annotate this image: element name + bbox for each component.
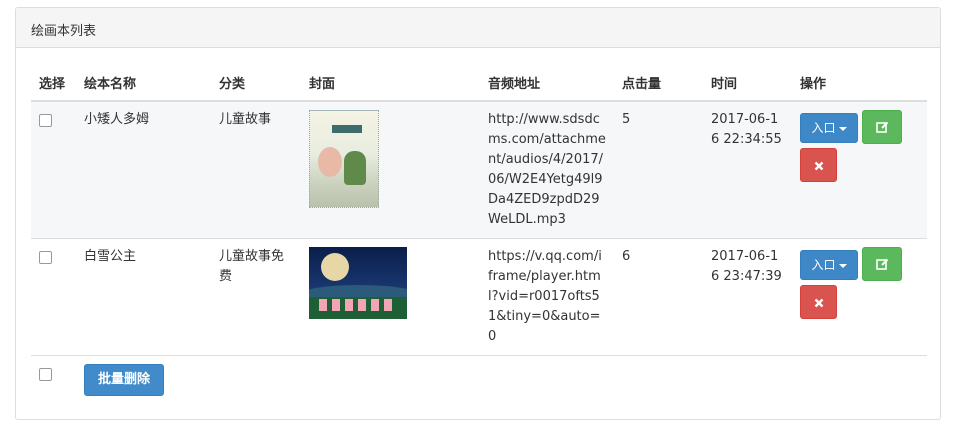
edit-button[interactable] <box>862 110 902 144</box>
header-clicks: 点击量 <box>614 65 703 102</box>
header-audio: 音频地址 <box>480 65 614 102</box>
header-category: 分类 <box>211 65 301 102</box>
panel-title: 绘画本列表 <box>16 8 940 48</box>
delete-button[interactable] <box>800 148 837 182</box>
audio-url: https://v.qq.com/iframe/player.html?vid=… <box>480 238 614 356</box>
picture-book-list-panel: 绘画本列表 选择 绘本名称 分类 封面 音频地址 点击量 时间 操作 小矮人多姆… <box>15 7 941 420</box>
row-checkbox[interactable] <box>39 251 52 264</box>
close-icon <box>814 161 823 170</box>
cover-image <box>309 247 407 319</box>
audio-url: http://www.sdsdcms.com/attachment/audios… <box>480 101 614 239</box>
click-count: 6 <box>614 238 703 356</box>
table-footer-row: 批量删除 <box>31 356 927 405</box>
table-header-row: 选择 绘本名称 分类 封面 音频地址 点击量 时间 操作 <box>31 65 927 102</box>
caret-down-icon <box>838 126 847 131</box>
caret-down-icon <box>838 263 847 268</box>
row-checkbox[interactable] <box>39 114 52 127</box>
book-category: 儿童故事免费 <box>211 238 301 356</box>
click-count: 5 <box>614 101 703 239</box>
select-all-checkbox[interactable] <box>39 368 52 381</box>
header-select: 选择 <box>31 65 76 102</box>
created-time: 2017-06-16 23:47:39 <box>703 238 792 356</box>
edit-icon <box>875 258 888 270</box>
edit-button[interactable] <box>862 247 902 281</box>
entry-label: 入口 <box>811 258 836 272</box>
table-row: 小矮人多姆 儿童故事 http://www.sdsdcms.com/attach… <box>31 101 927 239</box>
edit-icon <box>875 121 888 133</box>
header-actions: 操作 <box>792 65 927 102</box>
table-row: 白雪公主 儿童故事免费 https://v.qq.com/iframe/play… <box>31 238 927 356</box>
entry-label: 入口 <box>811 121 836 135</box>
delete-button[interactable] <box>800 285 837 319</box>
close-icon <box>814 298 823 307</box>
header-time: 时间 <box>703 65 792 102</box>
cover-image <box>309 110 379 208</box>
entry-dropdown-button[interactable]: 入口 <box>800 250 858 280</box>
header-cover: 封面 <box>301 65 480 102</box>
book-category: 儿童故事 <box>211 101 301 239</box>
header-name: 绘本名称 <box>76 65 211 102</box>
book-name: 白雪公主 <box>76 238 211 356</box>
batch-delete-button[interactable]: 批量删除 <box>84 364 164 396</box>
picture-book-table: 选择 绘本名称 分类 封面 音频地址 点击量 时间 操作 小矮人多姆 儿童故事 <box>31 65 927 404</box>
created-time: 2017-06-16 22:34:55 <box>703 101 792 239</box>
book-name: 小矮人多姆 <box>76 101 211 239</box>
entry-dropdown-button[interactable]: 入口 <box>800 113 858 143</box>
